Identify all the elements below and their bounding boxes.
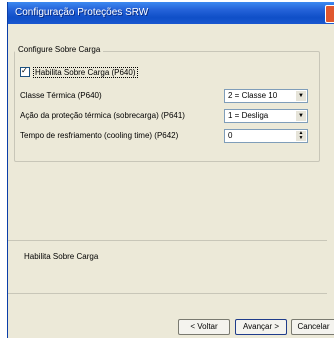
group-legend: Configure Sobre Carga (15, 45, 104, 54)
enable-overload-label: Habilita Sobre Carga (P640) (33, 66, 138, 78)
thermal-protection-action-select[interactable]: 1 = Desliga ▼ (224, 109, 308, 123)
description-divider (8, 240, 327, 241)
thermal-class-select[interactable]: 2 = Classe 10 ▼ (224, 89, 308, 103)
next-button[interactable]: Avançar > (235, 319, 287, 335)
thermal-protection-action-value: 1 = Desliga (228, 111, 269, 120)
button-divider (8, 293, 327, 294)
spin-arrows-icon[interactable]: ▲ ▼ (296, 131, 306, 141)
close-button[interactable] (325, 5, 334, 23)
thermal-class-label: Classe Térmica (P640) (20, 91, 102, 100)
back-button[interactable]: < Voltar (178, 319, 230, 335)
enable-overload-checkbox[interactable]: Habilita Sobre Carga (P640) (20, 66, 138, 78)
cancel-button[interactable]: Cancelar (291, 319, 334, 335)
chevron-down-icon[interactable]: ▼ (296, 91, 306, 101)
chevron-down-icon[interactable]: ▼ (296, 111, 306, 121)
cooling-time-label: Tempo de resfriamento (cooling time) (P6… (20, 131, 179, 140)
cooling-time-spinner[interactable]: 0 ▲ ▼ (224, 129, 308, 143)
window-title: Configuração Proteções SRW (15, 7, 149, 18)
cooling-time-value: 0 (228, 131, 233, 140)
thermal-protection-action-label: Ação da proteção térmica (sobrecarga) (P… (20, 111, 185, 120)
title-bar[interactable]: Configuração Proteções SRW (8, 2, 334, 24)
thermal-class-value: 2 = Classe 10 (228, 91, 278, 100)
description-text: Habilita Sobre Carga (24, 252, 99, 261)
checkbox-checked-icon[interactable] (20, 66, 30, 77)
